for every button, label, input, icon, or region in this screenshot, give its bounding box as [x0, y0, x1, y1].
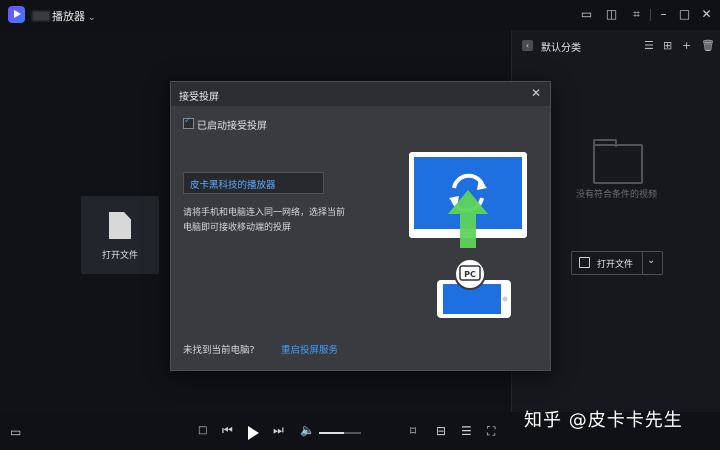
cast-icon[interactable]: ◫ — [605, 8, 618, 21]
app-title: 播放器 — [52, 10, 85, 23]
sort-icon[interactable]: ☰ — [644, 39, 654, 52]
device-name-field[interactable]: 皮卡黑科技的播放器 — [183, 172, 324, 194]
dialog-title: 接受投屏 — [179, 92, 219, 103]
trash-icon[interactable]: 🗑 — [701, 39, 715, 52]
cast-illustration: PC — [409, 152, 527, 318]
enable-cast-label[interactable]: 已启动接受投屏 — [197, 117, 267, 132]
open-file-icon — [579, 257, 590, 268]
close-icon[interactable]: ✕ — [700, 8, 713, 21]
chevron-down-icon: ⌄ — [88, 13, 96, 23]
category-title[interactable]: 默认分类 — [541, 39, 581, 54]
app-title-menu[interactable]: 播放器 ⌄ — [32, 8, 96, 24]
file-icon — [109, 212, 131, 239]
volume-fill — [319, 432, 345, 434]
maximize-icon[interactable]: □ — [678, 8, 691, 21]
title-bar: 播放器 ⌄ ▭ ◫ ⌗ – □ ✕ — [0, 0, 720, 30]
pin-icon[interactable]: ⌗ — [630, 8, 643, 21]
dialog-header: 接受投屏 ✕ — [171, 82, 550, 106]
screenshot-icon[interactable]: ⌑ — [410, 424, 416, 438]
toolbox-icon[interactable]: ⊟ — [436, 424, 446, 438]
dropdown-chevron-icon[interactable]: ⌄ — [647, 255, 655, 266]
grid-icon[interactable]: ⊞ — [663, 39, 672, 52]
minimize-icon[interactable]: – — [657, 8, 670, 21]
message-icon[interactable]: ▭ — [580, 8, 593, 21]
collapse-icon[interactable]: ‹ — [522, 40, 533, 51]
empty-folder-icon — [593, 139, 643, 184]
playlist-icon[interactable]: ☰ — [461, 424, 472, 438]
app-logo-icon — [8, 6, 25, 23]
add-icon[interactable]: + — [682, 39, 691, 52]
footer-question: 未找到当前电脑? — [183, 345, 255, 356]
cast-receive-dialog: 接受投屏 ✕ 已启动接受投屏 皮卡黑科技的播放器 请将手机和电脑连入同一网络，选… — [170, 81, 551, 371]
play-icon[interactable] — [248, 426, 259, 440]
dialog-close-icon[interactable]: ✕ — [531, 86, 541, 100]
screen-icon[interactable]: ▭ — [10, 425, 21, 439]
open-file-tile[interactable]: 打开文件 — [81, 196, 159, 274]
cast-description: 请将手机和电脑连入同一网络，选择当前电脑即可接收移动端的投屏 — [183, 208, 346, 233]
volume-icon[interactable]: 🔈 — [300, 423, 315, 437]
restart-service-link[interactable]: 重启投屏服务 — [281, 342, 338, 356]
fullscreen-icon[interactable]: ⛶ — [487, 424, 495, 439]
pc-badge-label: PC — [464, 270, 476, 279]
open-file-button-label: 打开文件 — [597, 260, 634, 270]
volume-slider[interactable] — [319, 432, 361, 434]
stop-icon[interactable]: □ — [198, 425, 207, 436]
next-icon[interactable]: ⏭ — [273, 423, 284, 438]
previous-icon[interactable]: ⏮ — [222, 423, 233, 438]
watermark: 知乎 @皮卡卡先生 — [524, 410, 683, 431]
device-name: 皮卡黑科技的播放器 — [190, 180, 276, 191]
enable-cast-checkbox[interactable] — [183, 116, 194, 129]
open-file-label: 打开文件 — [101, 251, 138, 261]
open-file-button[interactable]: 打开文件 ⌄ — [571, 251, 663, 275]
